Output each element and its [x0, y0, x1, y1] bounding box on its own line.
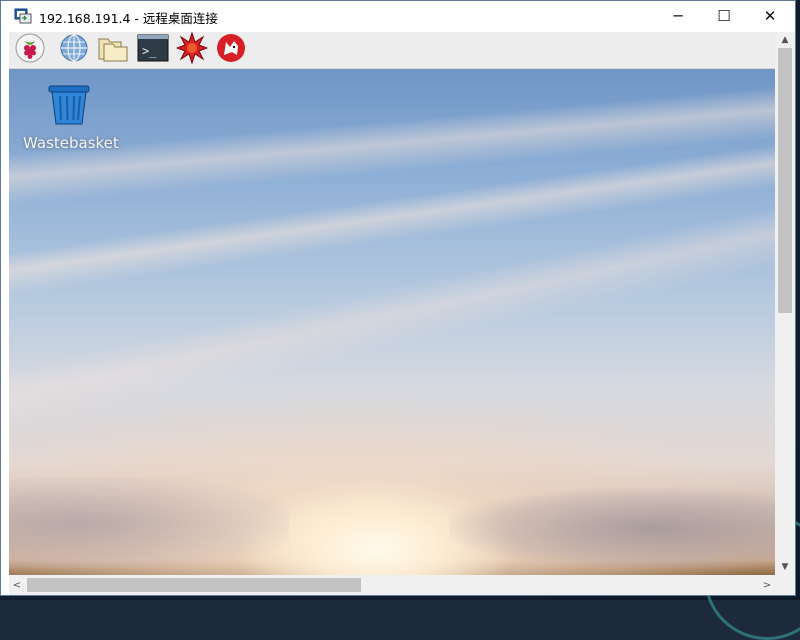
- scroll-right-button[interactable]: >: [759, 575, 775, 595]
- remote-desktop-window: 192.168.191.4 - 远程桌面连接 ─ ☐ ✕ >_ Wastebas…: [0, 0, 796, 596]
- terminal-prompt: >_: [142, 44, 157, 58]
- scrollbar-corner: [775, 575, 795, 595]
- web-browser-button[interactable]: [57, 34, 91, 66]
- horizontal-scroll-thumb[interactable]: [27, 578, 361, 592]
- wallpaper-cloud-left: [9, 478, 289, 568]
- close-button[interactable]: ✕: [747, 1, 793, 31]
- minimize-button[interactable]: ─: [655, 1, 701, 31]
- window-title: 192.168.191.4 - 远程桌面连接: [39, 11, 218, 26]
- globe-icon: [59, 33, 89, 67]
- folder-icon: [97, 33, 129, 67]
- desktop-wallpaper[interactable]: [9, 68, 775, 575]
- remote-desktop-area[interactable]: >_ Wastebasket: [9, 32, 775, 575]
- desktop-icon-wastebasket[interactable]: Wastebasket: [23, 84, 119, 152]
- mathematica-button[interactable]: [175, 32, 209, 68]
- wolfram-button[interactable]: [214, 34, 248, 66]
- scroll-down-button[interactable]: ▼: [775, 559, 795, 575]
- horizontal-scrollbar[interactable]: < >: [9, 575, 775, 595]
- raspberry-icon: [15, 33, 45, 67]
- scroll-up-button[interactable]: ▲: [775, 32, 795, 48]
- remote-desktop-icon[interactable]: [14, 8, 32, 24]
- vertical-scroll-thumb[interactable]: [778, 48, 792, 313]
- raspbian-taskbar: >_: [9, 32, 775, 69]
- title-bar[interactable]: 192.168.191.4 - 远程桌面连接 ─ ☐ ✕: [1, 1, 795, 31]
- terminal-icon: >_: [137, 34, 169, 66]
- maximize-button[interactable]: ☐: [701, 1, 747, 31]
- raspberry-menu-button[interactable]: [13, 33, 47, 67]
- wallpaper-cloud-right: [449, 488, 775, 568]
- terminal-button[interactable]: >_: [136, 34, 170, 66]
- wastebasket-label: Wastebasket: [23, 134, 119, 152]
- trash-icon: [47, 85, 91, 130]
- scroll-left-button[interactable]: <: [9, 575, 25, 595]
- starburst-icon: [175, 32, 209, 68]
- file-manager-button[interactable]: [96, 34, 130, 66]
- wolf-icon: [216, 33, 246, 67]
- vertical-scrollbar[interactable]: ▲ ▼: [775, 32, 795, 575]
